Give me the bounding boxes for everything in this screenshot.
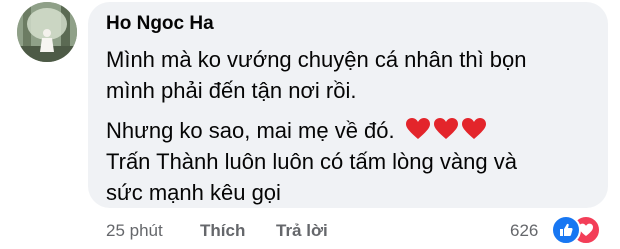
- heart-emoji-icon: [461, 118, 486, 139]
- comment-bubble: Ho Ngoc Ha Mình mà ko vướng chuyện cá nh…: [88, 2, 608, 208]
- comment-text-line-1: Mình mà ko vướng chuyện cá nhân thì bọn: [106, 47, 527, 72]
- comment-text-line-3: Nhưng ko sao, mai mẹ về đó.: [106, 117, 489, 147]
- reaction-icons[interactable]: [551, 215, 607, 245]
- heart-emoji-icon: [405, 118, 430, 139]
- comment-text-line-2: mình phải đến tận nơi rồi.: [106, 78, 357, 103]
- comment-text-line-3-text: Nhưng ko sao, mai mẹ về đó.: [106, 118, 395, 143]
- comment-timestamp[interactable]: 25 phút: [106, 221, 163, 241]
- like-reaction-icon: [551, 215, 581, 245]
- comment-text-line-5: sức mạnh kêu gọi: [106, 180, 281, 205]
- reply-button[interactable]: Trả lời: [276, 221, 328, 241]
- heart-emoji-icon: [433, 118, 458, 139]
- heart-emoji-group: [405, 117, 489, 147]
- reaction-count[interactable]: 626: [510, 221, 538, 241]
- like-button[interactable]: Thích: [200, 221, 245, 241]
- comment-author[interactable]: Ho Ngoc Ha: [106, 13, 214, 35]
- avatar[interactable]: [17, 2, 77, 62]
- comment-text-line-4: Trấn Thành luôn luôn có tấm lòng vàng và: [106, 149, 517, 174]
